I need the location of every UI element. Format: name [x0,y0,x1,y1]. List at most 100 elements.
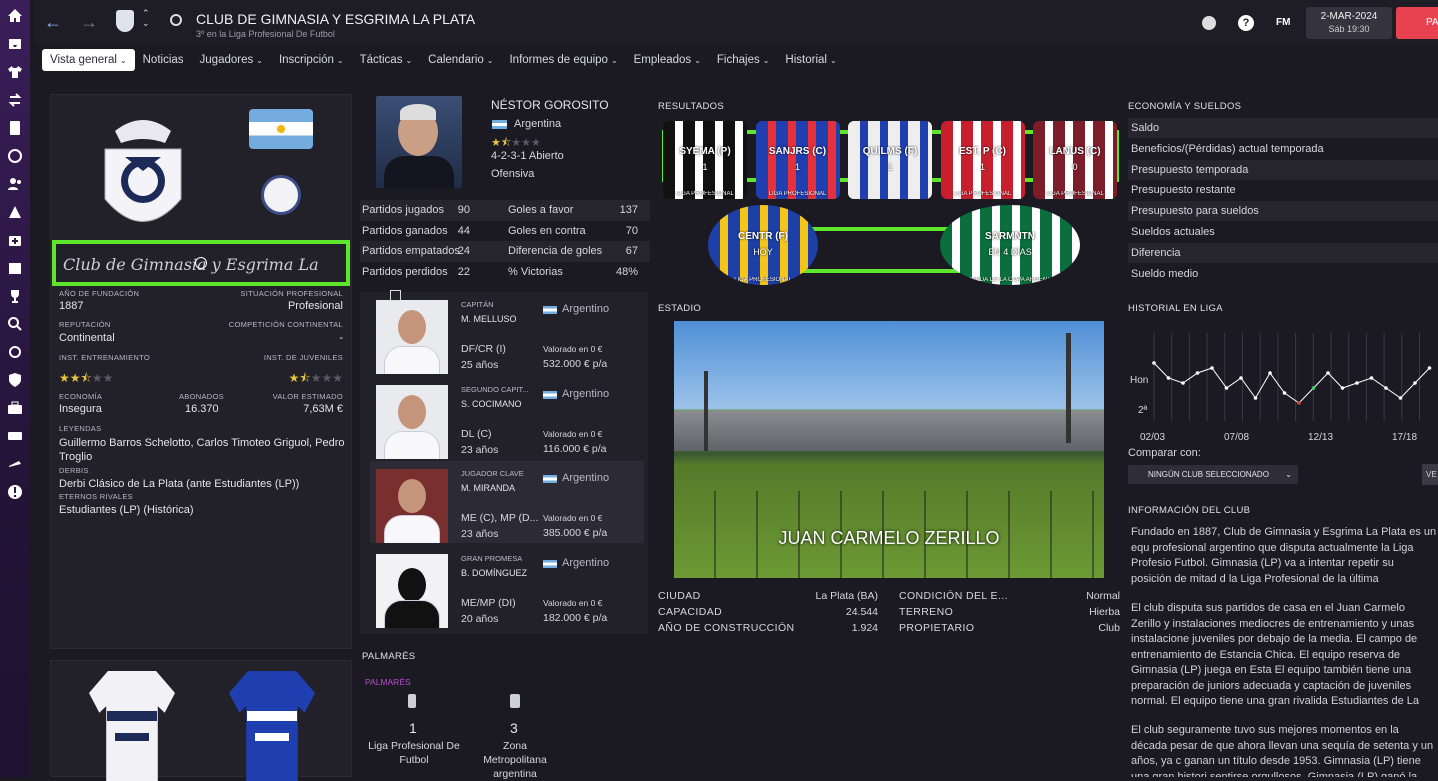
trophy-icon[interactable] [0,282,30,310]
finance-row[interactable]: Sueldo medio [1128,264,1438,284]
data-point[interactable] [1297,401,1301,405]
data-point[interactable] [1384,386,1388,390]
data-point[interactable] [1369,376,1374,380]
player-card[interactable]: JUGADOR CLAVE M. MIRANDA Argentino ME (C), … [370,461,644,543]
shield-icon[interactable] [0,366,30,394]
move-handle-icon[interactable] [195,257,207,269]
briefcase-icon[interactable] [0,394,30,422]
medical-icon[interactable] [0,226,30,254]
y-tick-label: Hon [1130,375,1148,386]
data-point[interactable] [1166,376,1171,380]
stat-value: 48% [615,265,638,278]
finance-row[interactable]: Presupuesto restante [1128,180,1438,200]
data-point[interactable] [1181,381,1185,385]
tab-3[interactable]: Inscripción ⌄ [271,49,352,71]
stadium-photo[interactable]: JUAN CARMELO ZERILLO [674,321,1104,578]
finance-row[interactable]: Presupuesto temporada [1128,159,1438,180]
calendar-icon[interactable] [0,254,30,282]
tab-7[interactable]: Empleados ⌄ [626,49,709,71]
data-point[interactable] [1239,376,1243,380]
finance-row[interactable]: Beneficios/(Pérdidas) actual temporada [1128,139,1438,159]
globe-icon[interactable] [0,142,30,170]
back-arrow-icon[interactable]: ← [44,12,62,33]
refresh-icon[interactable] [0,338,30,366]
expand-icon[interactable] [390,290,401,301]
player-card[interactable]: GRAN PROMESA B. DOMÍNGUEZ Argentino ME/MP (… [370,546,644,628]
result-badge[interactable]: SANJRS (C) 1 LIGA PROFESIONAL [755,121,840,199]
forward-arrow-icon[interactable]: → [80,12,98,33]
ball-icon[interactable] [1202,16,1216,30]
tab-8[interactable]: Fichajes ⌄ [709,49,778,71]
club-crest-icon[interactable] [116,10,134,32]
manager-formation: 4-2-3-1 Abierto [491,150,564,162]
result-badge[interactable]: CENTR (F) HOY LIGA PROFESIONAL [708,205,818,285]
data-point[interactable] [1340,386,1345,390]
data-point[interactable] [1311,386,1316,390]
data-point[interactable] [1195,371,1200,375]
finance-row[interactable]: Sueldos actuales [1128,222,1438,242]
data-point[interactable] [1268,371,1272,375]
tab-5[interactable]: Calendario ⌄ [420,49,501,71]
data-point[interactable] [1282,391,1287,395]
transfer-icon[interactable] [0,86,30,114]
fm-menu-button[interactable]: FM [1276,17,1290,28]
data-point[interactable] [1398,396,1403,400]
kits-panel [50,660,352,781]
x-tick-label: 02/03 [1140,432,1165,443]
data-point[interactable] [1355,381,1359,385]
data-point[interactable] [1224,386,1229,390]
tab-0[interactable]: Vista general ⌄ [42,49,135,71]
chevron-down-icon: ⌄ [486,56,494,65]
continue-button[interactable]: PA [1396,7,1438,39]
tab-4[interactable]: Tácticas ⌄ [352,49,421,71]
alert-icon[interactable] [0,478,30,506]
boot-icon[interactable] [0,450,30,478]
manager-name[interactable]: NÉSTOR GOROSITO [491,98,609,112]
result-badge[interactable]: LANUS (C) 0 LIGA PROFESIONAL [1033,121,1117,199]
inbox-icon[interactable] [0,30,30,58]
tab-9[interactable]: Historial ⌄ [777,49,844,71]
data-point[interactable] [1326,371,1330,375]
compare-select[interactable]: NINGÚN CLUB SELECCIONADO ⌄ [1128,465,1298,484]
tab-1[interactable]: Noticias [135,49,192,71]
player-card[interactable]: CAPITÁN M. MELLUSO Argentino DF/CR (I) 25 añ… [370,292,644,374]
search-icon[interactable] [170,14,182,26]
view-button[interactable]: VE [1422,464,1438,485]
finance-row[interactable]: Diferencia [1128,242,1438,263]
ticket-icon[interactable] [0,422,30,450]
training-stars: ★★⯪★★ [59,371,114,385]
data-point[interactable] [1253,396,1258,400]
result-badge[interactable]: SARMNTN EN 4 DÍAS 5ª RONDA DE LA COPA ARGE… [940,205,1080,285]
tab-2[interactable]: Jugadores ⌄ [192,49,271,71]
home-icon[interactable] [0,2,30,30]
manager-photo[interactable] [376,96,462,188]
trophy-name-1[interactable]: Liga Profesional De Futbol [368,739,460,767]
training-icon[interactable] [0,198,30,226]
data-point[interactable] [1152,361,1156,365]
finance-row[interactable]: Saldo [1128,118,1438,138]
result-badge[interactable]: QUILMS (F) 1 [848,121,932,199]
date-box[interactable]: 2-MAR-2024 Sáb 19:30 [1306,7,1392,39]
shirt-icon[interactable] [0,58,30,86]
staff-icon[interactable] [0,170,30,198]
stat-value: 70 [625,224,638,237]
result-competition: LIGA PROFESIONAL [953,191,1012,197]
league-history-chart: Hon 2ª 02/03 07/08 12/13 17/18 [1130,333,1432,443]
chevron-updown-icon[interactable]: ⌃ ⌄ [142,8,150,28]
search-icon[interactable] [0,310,30,338]
help-icon[interactable]: ? [1238,15,1254,31]
chevron-down-icon: ⌄ [256,56,263,65]
result-badge[interactable]: EST. P (C) 1 LIGA PROFESIONAL [940,121,1025,199]
data-point[interactable] [1210,366,1214,370]
finance-row[interactable]: Presupuesto para sueldos [1128,201,1438,222]
youth-stars: ★⯪★★★ [288,371,343,385]
tab-6[interactable]: Informes de equipo ⌄ [501,49,625,71]
player-age: 23 años [461,528,499,540]
result-badge[interactable]: SYEMA (P) 1 LIGA PROFESIONAL [663,121,747,199]
player-card[interactable]: SEGUNDO CAPIT... S. COCIMANO Argentino DL (… [370,377,644,459]
data-point[interactable] [1427,366,1432,370]
stat-value: 24 [457,245,470,257]
trophy-name-2[interactable]: Zona Metropolitana argentina [470,739,560,781]
tactics-icon[interactable] [0,114,30,142]
data-point[interactable] [1413,381,1417,385]
